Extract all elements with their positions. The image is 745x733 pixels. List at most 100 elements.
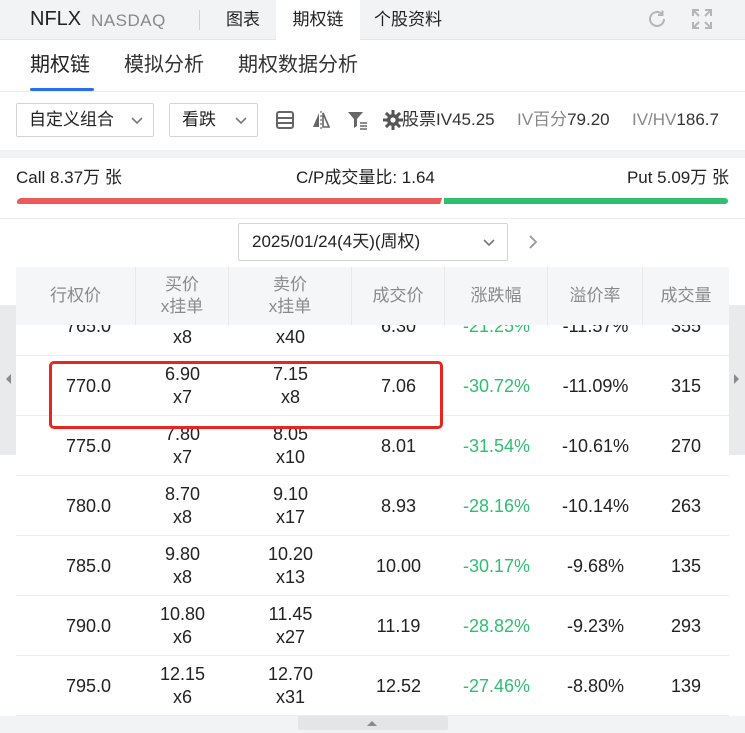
cell-value: -10.14% (561, 495, 630, 516)
header-change[interactable]: 涨跌幅 (445, 267, 548, 325)
list-icon[interactable] (274, 109, 296, 131)
cell-value: 9.80 (164, 544, 201, 564)
direction-select[interactable]: 看跌 (169, 103, 258, 137)
cell-value: -28.82% (462, 615, 531, 636)
header-label: 行权价 (50, 286, 101, 305)
header-last[interactable]: 成交价 (352, 267, 445, 325)
iv-hv-value: 186.7 (676, 110, 719, 129)
cell-value: x7 (172, 387, 192, 407)
chevron-left-icon (6, 374, 11, 384)
last-price-cell: 7.06 (352, 356, 445, 416)
ticker-symbol: NFLX (30, 8, 82, 30)
cell-value: -30.72% (462, 375, 531, 396)
header-strike[interactable]: 行权价 (16, 267, 136, 325)
header-bid[interactable]: 买价 x挂单 (136, 267, 229, 325)
premium-cell: -8.80% (548, 656, 643, 716)
table-row[interactable]: 790.0 10.80 x6 11.45 x27 11.19 -28.82% -9.23% 29… (16, 596, 729, 656)
header-premium[interactable]: 溢价率 (548, 267, 643, 325)
cell-value: 293 (670, 615, 702, 636)
ask-cell: 12.70 x31 (229, 656, 352, 716)
tab-chart[interactable]: 图表 (210, 0, 276, 40)
chevron-up-icon (367, 721, 377, 726)
expiry-select[interactable]: 2025/01/24(4天)(周权) (238, 223, 508, 261)
cell-value: 7.15 (272, 364, 309, 384)
combo-select-value: 自定义组合 (29, 110, 114, 129)
tab-option-chain[interactable]: 期权链 (276, 0, 360, 40)
top-bar: NFLX NASDAQ 图表 期权链 个股资料 (0, 0, 745, 40)
mirror-icon[interactable] (310, 109, 332, 131)
cell-value: 270 (670, 435, 702, 456)
call-volume: Call 8.37万 张 (16, 168, 122, 187)
combo-select[interactable]: 自定义组合 (16, 103, 154, 137)
premium-cell: -9.23% (548, 596, 643, 656)
change-cell: -28.82% (445, 596, 548, 656)
divider (0, 91, 745, 92)
chevron-down-icon (131, 117, 143, 125)
expand-icon[interactable] (690, 7, 714, 31)
ask-cell: 7.15 x8 (229, 356, 352, 416)
cell-value: 10.20 (267, 544, 314, 564)
cell-value: 11.45 (268, 604, 313, 624)
bid-cell: 8.70 x8 (136, 476, 229, 536)
change-cell: -28.16% (445, 476, 548, 536)
ask-cell: 11.45 x27 (229, 596, 352, 656)
header-label: 成交价 (372, 286, 424, 305)
table-row[interactable]: 780.0 8.70 x8 9.10 x17 8.93 -28.16% -10.14% 263 (16, 476, 729, 536)
cell-value: x17 (275, 507, 306, 527)
subtab-simulation[interactable]: 模拟分析 (124, 50, 204, 80)
header-label: 卖价 (273, 275, 307, 294)
last-price-cell: 10.00 (352, 536, 445, 596)
table-header: 行权价 买价 x挂单 卖价 x挂单 成交价 涨跌幅 溢价率 成交量 (16, 267, 729, 325)
header-label: 涨跌幅 (470, 286, 522, 305)
put-volume: Put 5.09万 张 (626, 168, 729, 187)
iv-percentile-stat: IV百分79.20 (517, 108, 610, 132)
volume-cell: 135 (643, 536, 729, 596)
divider (199, 10, 200, 30)
cell-value: 785.0 (66, 555, 112, 576)
subtab-option-data-analysis[interactable]: 期权数据分析 (238, 50, 358, 80)
cell-value: -27.46% (462, 675, 531, 696)
table-row[interactable]: 795.0 12.15 x6 12.70 x31 12.52 -27.46% -8.80% 13… (16, 656, 729, 716)
refresh-icon[interactable] (645, 7, 669, 31)
cell-value: 7.80 (164, 424, 201, 444)
header-sublabel: x挂单 (268, 297, 312, 316)
subtab-option-chain[interactable]: 期权链 (30, 50, 90, 80)
header-ask[interactable]: 卖价 x挂单 (229, 267, 352, 325)
cell-value: 780.0 (66, 495, 112, 516)
table-row[interactable]: 785.0 9.80 x8 10.20 x13 10.00 -30.17% -9.68% 135 (16, 536, 729, 596)
premium-cell: -10.61% (548, 416, 643, 476)
ask-cell: 8.05 x10 (229, 416, 352, 476)
stock-iv-stat: 股票IV45.25 (402, 108, 495, 132)
cp-ratio-label: C/P成交量比: (296, 168, 398, 187)
tab-stock-profile[interactable]: 个股资料 (360, 0, 456, 40)
cell-value: -8.80% (566, 675, 625, 696)
cell-value: -30.17% (462, 555, 531, 576)
bid-cell: 10.80 x6 (136, 596, 229, 656)
last-price-cell: 8.93 (352, 476, 445, 536)
scroll-left-handle[interactable] (0, 305, 16, 455)
cell-value: -31.54% (462, 435, 531, 456)
cell-value: -10.61% (561, 435, 630, 456)
table-row[interactable]: 775.0 7.80 x7 8.05 x10 8.01 -31.54% -10.61% 270 (16, 416, 729, 476)
stock-iv-value: 45.25 (452, 110, 495, 129)
gear-icon[interactable] (382, 109, 404, 131)
iv-hv-label: IV/HV (632, 110, 677, 129)
header-volume[interactable]: 成交量 (643, 267, 729, 325)
iv-percentile-value: 79.20 (567, 110, 610, 129)
filter-icon[interactable] (346, 109, 368, 131)
cp-ratio-value: 1.64 (401, 168, 435, 187)
exchange-name: NASDAQ (91, 11, 166, 30)
scroll-right-handle[interactable] (729, 305, 745, 455)
next-expiry-arrow-icon[interactable] (524, 232, 542, 252)
scroll-up-handle[interactable] (298, 716, 448, 730)
cell-value: 8.05 (272, 424, 309, 444)
cell-value: 12.70 (267, 664, 314, 684)
cell-value: 790.0 (66, 615, 112, 636)
cell-value: -9.23% (566, 615, 625, 636)
change-cell: -31.54% (445, 416, 548, 476)
expiry-select-value: 2025/01/24(4天)(周权) (252, 232, 421, 251)
cp-ratio: C/P成交量比: 1.64 (296, 167, 435, 189)
table-row[interactable]: 770.0 6.90 x7 7.15 x8 7.06 -30.72% -11.09% 315 (16, 356, 729, 416)
cell-value: 139 (670, 675, 702, 696)
last-price-cell: 12.52 (352, 656, 445, 716)
